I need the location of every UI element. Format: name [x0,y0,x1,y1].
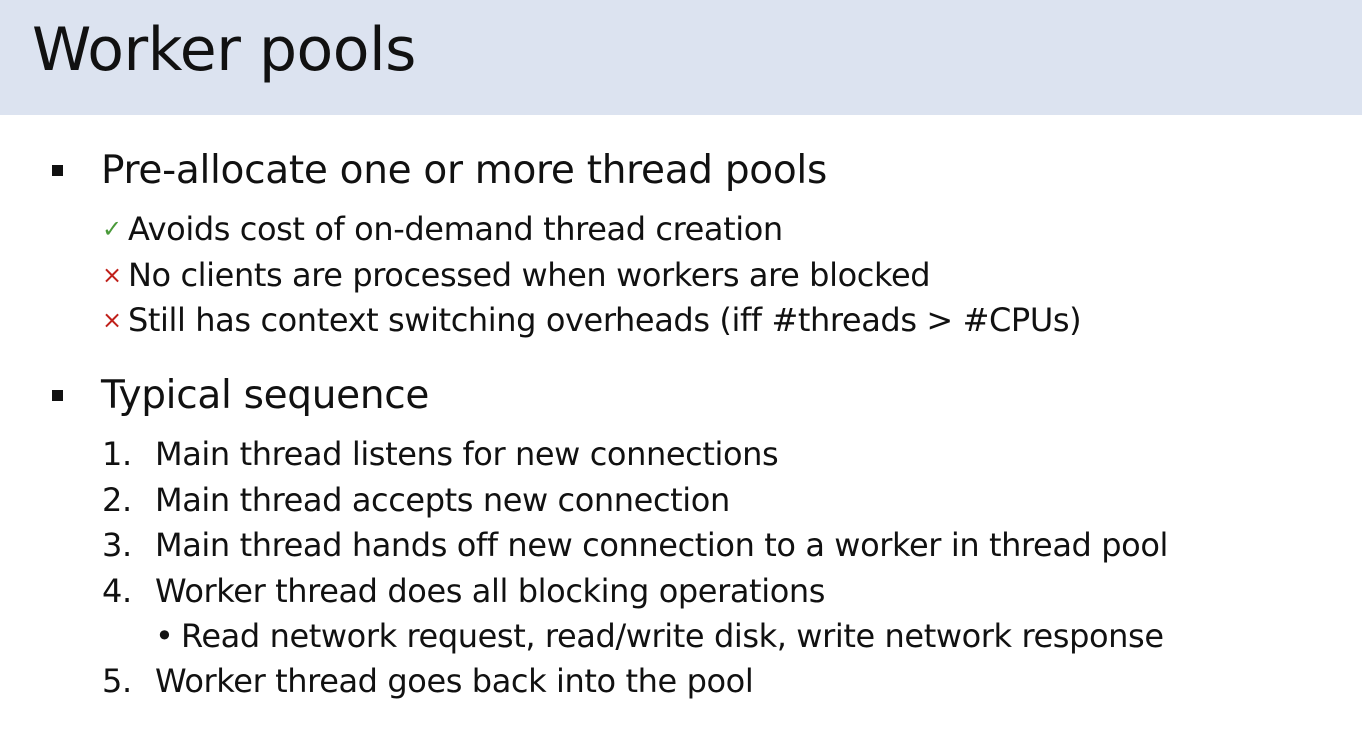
con-item-text: Still has context switching overheads (i… [128,301,1082,339]
step-text: Main thread accepts new connection [155,481,730,519]
cross-icon: × [102,261,122,289]
step-number: 4. [102,572,132,610]
step-number: 5. [102,662,132,700]
step-detail: • Read network request, read/write disk, … [155,618,1164,654]
square-bullet-icon [52,390,63,401]
step-number: 1. [102,435,132,473]
pro-item-text: Avoids cost of on-demand thread creation [128,210,783,248]
step-detail-text: Read network request, read/write disk, w… [181,617,1164,655]
pro-item: ✓ Avoids cost of on-demand thread creatio… [102,211,783,247]
con-item: × Still has context switching overheads (… [102,301,1082,339]
sequence-step: 4. Worker thread does all blocking operat… [102,573,825,609]
step-text: Worker thread does all blocking operatio… [155,572,826,610]
sequence-step: 5. Worker thread goes back into the pool [102,662,754,700]
sequence-step: 1. Main thread listens for new connection… [102,435,779,473]
bullet-heading: Pre-allocate one or more thread pools [101,148,827,193]
slide-title: Worker pools [32,15,416,85]
step-text: Main thread listens for new connections [155,435,779,473]
step-text: Main thread hands off new connection to … [155,526,1168,564]
step-number: 2. [102,481,132,519]
sequence-step: 3. Main thread hands off new connection t… [102,527,1168,563]
con-item: × No clients are processed when workers a… [102,256,931,294]
step-text: Worker thread goes back into the pool [155,662,754,700]
cross-icon: × [102,306,122,334]
con-item-text: No clients are processed when workers ar… [128,256,931,294]
bullet-heading: Typical sequence [101,373,430,418]
step-number: 3. [102,526,132,564]
sequence-step: 2. Main thread accepts new connection [102,482,730,518]
check-icon: ✓ [102,215,122,243]
square-bullet-icon [52,165,63,176]
bullet-dot-icon: • [155,617,174,655]
